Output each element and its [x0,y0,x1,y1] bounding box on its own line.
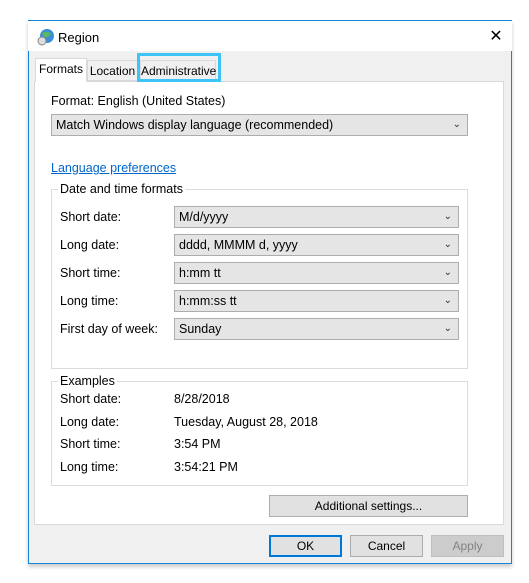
chevron-down-icon: ⌄ [443,323,452,334]
window-title: Region [58,30,100,45]
additional-settings-button[interactable]: Additional settings... [269,495,468,517]
examples-title: Examples [58,374,117,388]
example-label: Short time: [60,437,121,451]
format-value: Match Windows display language (recommen… [56,118,334,132]
date-format-dropdown[interactable]: Sunday ⌄ [174,318,459,340]
tab-formats[interactable]: Formats [35,58,87,82]
example-value: 3:54:21 PM [174,460,238,474]
date-format-value: Sunday [179,322,222,336]
date-format-label: Short time: [60,266,121,280]
chevron-down-icon: ⌄ [443,267,452,278]
chevron-down-icon: ⌄ [443,211,452,222]
chevron-down-icon: ⌄ [452,119,461,130]
chevron-down-icon: ⌄ [443,239,452,250]
date-format-label: Long time: [60,294,119,308]
example-label: Long time: [60,460,119,474]
apply-button[interactable]: Apply [431,535,504,557]
date-time-title: Date and time formats [58,182,185,196]
chevron-down-icon: ⌄ [443,295,452,306]
date-format-label: Short date: [60,210,122,224]
date-format-value: dddd, MMMM d, yyyy [179,238,298,252]
date-format-value: h:mm tt [179,266,221,280]
example-value: 8/28/2018 [174,392,230,406]
format-label: Format: English (United States) [51,94,226,108]
date-format-dropdown[interactable]: h:mm:ss tt ⌄ [174,290,459,312]
date-format-dropdown[interactable]: h:mm tt ⌄ [174,262,459,284]
highlight-box [137,53,221,82]
date-format-value: h:mm:ss tt [179,294,237,308]
ok-button[interactable]: OK [269,535,342,557]
example-value: Tuesday, August 28, 2018 [174,415,318,429]
date-format-dropdown[interactable]: dddd, MMMM d, yyyy ⌄ [174,234,459,256]
example-label: Long date: [60,415,120,429]
cancel-button[interactable]: Cancel [350,535,423,557]
tab-location[interactable]: Location [87,60,138,81]
close-icon[interactable]: ✕ [486,26,506,46]
date-format-label: First day of week: [60,322,158,336]
date-format-value: M/d/yyyy [179,210,229,224]
title-bar [28,21,512,51]
example-label: Short date: [60,392,122,406]
date-format-label: Long date: [60,238,120,252]
date-format-dropdown[interactable]: M/d/yyyy ⌄ [174,206,459,228]
globe-clock-icon [37,29,54,46]
example-value: 3:54 PM [174,437,221,451]
language-preferences-link[interactable]: Language preferences [51,161,176,175]
format-dropdown[interactable]: Match Windows display language (recommen… [51,114,468,136]
